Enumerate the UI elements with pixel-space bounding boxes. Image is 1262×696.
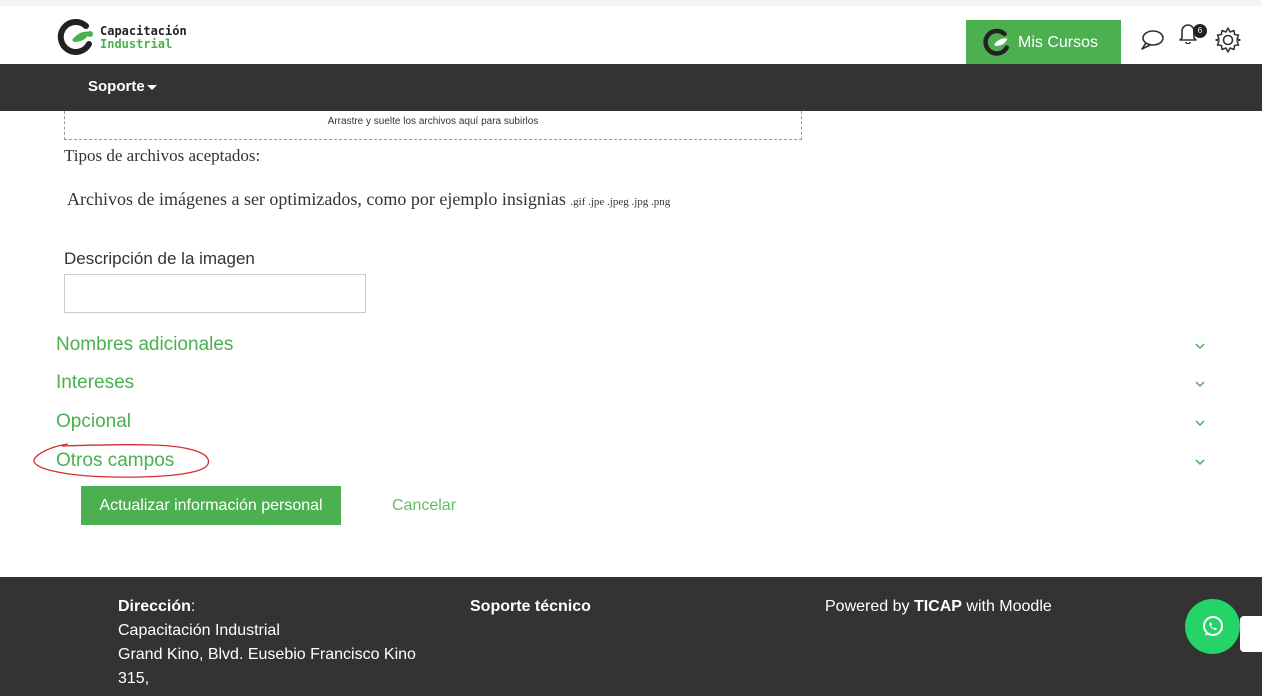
footer-address-colon: : [190,598,196,615]
powered-suffix: with Moodle [966,598,1052,615]
update-profile-button[interactable]: Actualizar información personal [81,486,341,525]
footer-powered-by: Powered by TICAP with Moodle [825,595,1052,619]
footer-address-heading: Dirección: [118,595,416,619]
gear-icon[interactable] [1214,26,1242,54]
footer-address-line: 315, [118,670,150,687]
footer-address: Dirección: Capacitación Industrial Grand… [118,595,416,691]
file-dropzone[interactable]: Arrastre y suelte los archivos aquí para… [64,111,802,140]
accepted-extensions: .gif .jpe .jpeg .jpg .png [570,196,671,208]
mis-cursos-button[interactable]: Mis Cursos [966,20,1121,65]
section-intereses[interactable]: Intereses [56,372,134,394]
notification-badge: 6 [1193,24,1207,38]
chevron-down-icon[interactable] [1194,456,1206,468]
image-description-label: Descripción de la imagen [64,249,255,268]
site-logo[interactable]: Capacitación Industrial [56,16,187,60]
image-description-input[interactable] [64,274,366,313]
logo-line2: Industrial [100,37,173,51]
whatsapp-tab [1240,616,1262,652]
update-profile-label: Actualizar información personal [99,496,323,514]
dropzone-text: Arrastre y suelte los archivos aquí para… [327,116,539,127]
powered-prefix: Powered by [825,598,910,615]
logo-text: Capacitación Industrial [100,25,187,51]
nav-soporte-dropdown[interactable]: Soporte [88,78,157,95]
footer-address-label: Dirección [118,598,191,615]
annotation-circle [33,443,210,478]
powered-brand-link[interactable]: TICAP [914,598,962,615]
whatsapp-icon [1202,615,1223,636]
chevron-down-icon[interactable] [1194,340,1206,352]
footer-address-line: Capacitación Industrial [118,622,280,639]
footer-address-line: Grand Kino, Blvd. Eusebio Francisco Kino [118,646,416,663]
mis-cursos-label: Mis Cursos [1018,33,1099,51]
section-nombres-adicionales[interactable]: Nombres adicionales [56,334,233,356]
accepted-types-text: Archivos de imágenes a ser optimizados, … [67,189,566,209]
top-bar: Capacitación Industrial Mis Cursos 6 [0,0,1262,65]
cancel-link[interactable]: Cancelar [392,497,456,515]
main-navbar: Soporte [0,64,1262,111]
caret-down-icon [146,84,157,90]
chevron-down-icon[interactable] [1194,417,1206,429]
accepted-types-label: Tipos de archivos aceptados: [64,146,261,165]
chat-icon[interactable] [1140,29,1164,51]
footer: Dirección: Capacitación Industrial Grand… [0,577,1262,696]
course-logo-icon [983,28,1009,56]
accepted-types-description: Archivos de imágenes a ser optimizados, … [67,189,670,210]
footer-support-heading: Soporte técnico [470,598,591,615]
whatsapp-button[interactable] [1185,599,1240,654]
section-opcional[interactable]: Opcional [56,411,131,433]
nav-soporte-label: Soporte [88,78,145,95]
logo-icon [57,19,93,55]
chevron-down-icon[interactable] [1194,378,1206,390]
